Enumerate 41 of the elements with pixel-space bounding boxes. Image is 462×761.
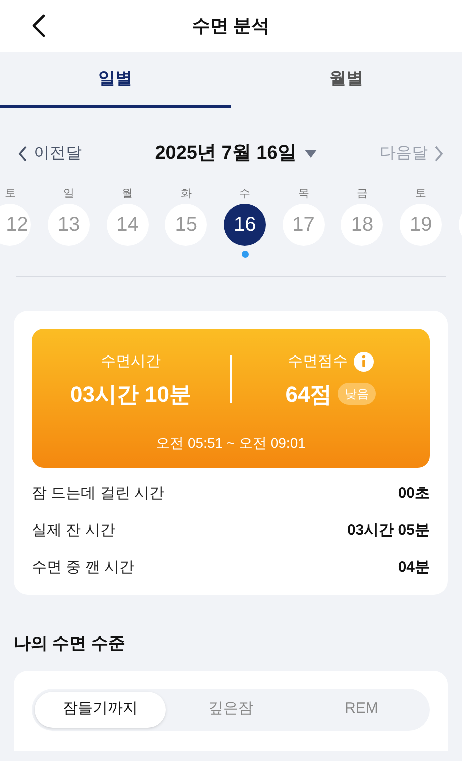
weekday-label: 화 xyxy=(180,187,192,202)
stat-label: 실제 잔 시간 xyxy=(32,521,116,542)
sleep-time-value: 03시간 10분 xyxy=(70,380,192,408)
chevron-left-icon xyxy=(18,146,28,162)
day-button[interactable]: 19 xyxy=(400,204,442,246)
back-icon xyxy=(32,14,46,38)
segment-tab[interactable]: 잠들기까지 xyxy=(35,692,166,728)
day-button[interactable]: 12 xyxy=(0,204,32,246)
page-title: 수면 분석 xyxy=(192,14,270,38)
day-button[interactable]: 13 xyxy=(48,204,90,246)
day-button[interactable]: 18 xyxy=(341,204,384,246)
weekday-label: 토 xyxy=(416,187,427,202)
tab[interactable]: 월별 xyxy=(231,52,462,108)
dropdown-caret-icon xyxy=(304,150,317,158)
day-button[interactable]: 16 xyxy=(224,204,266,246)
stat-value: 00초 xyxy=(398,484,430,504)
stat-label: 수면 중 깬 시간 xyxy=(32,558,135,578)
weekday-label: 일 xyxy=(64,187,75,202)
date-picker-button[interactable]: 2025년 7월 16일 xyxy=(155,140,317,168)
section-title: 나의 수면 수준 xyxy=(14,633,126,655)
chevron-right-icon xyxy=(434,146,444,162)
day-button[interactable]: 17 xyxy=(282,204,325,246)
segment-tab[interactable]: 깊은잠 xyxy=(166,692,296,728)
tab[interactable]: 일별 xyxy=(0,52,231,108)
stat-value: 03시간 05분 xyxy=(347,521,430,542)
weekday-label: 금 xyxy=(356,187,368,202)
sleep-time-range: 오전 05:51 ~ 오전 09:01 xyxy=(155,434,307,452)
sleep-score-value: 64점 xyxy=(286,380,332,408)
day-button[interactable]: 15 xyxy=(165,204,208,246)
stat-label: 잠 드는데 걸린 시간 xyxy=(32,484,165,504)
previous-month-button[interactable]: 이전달 xyxy=(18,142,82,166)
stat-value: 04분 xyxy=(398,558,430,578)
weekday-label: 목 xyxy=(298,187,310,202)
day-button[interactable]: 14 xyxy=(106,204,149,246)
score-level-badge: 낮음 xyxy=(338,383,376,405)
weekday-label: 수 xyxy=(240,187,251,202)
weekday-label: 월 xyxy=(122,187,134,202)
weekday-label: 토 xyxy=(4,187,16,202)
sleep-score-label: 수면점수 xyxy=(288,352,348,372)
segment-tab[interactable]: REM xyxy=(296,692,428,728)
sleep-time-label: 수면시간 xyxy=(101,352,161,372)
